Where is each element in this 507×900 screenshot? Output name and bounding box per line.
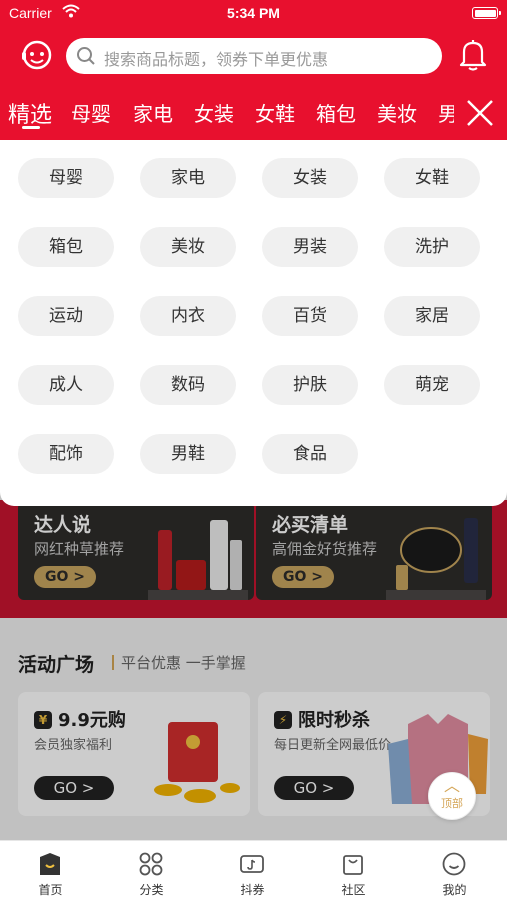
category-chip[interactable]: 食品	[262, 434, 358, 474]
tab-womens-shoes[interactable]: 女鞋	[255, 98, 295, 127]
tab-profile[interactable]: 我的	[404, 841, 505, 900]
category-chip[interactable]: 萌宠	[384, 365, 480, 405]
tab-label: 分类	[139, 883, 164, 897]
grid-icon	[139, 852, 163, 876]
category-chip[interactable]: 家电	[140, 158, 236, 198]
category-chip[interactable]: 洗护	[384, 227, 480, 267]
bag-icon	[343, 855, 363, 875]
tab-featured[interactable]: 精选	[8, 97, 52, 129]
tab-category[interactable]: 分类	[101, 841, 202, 900]
battery-icon	[472, 7, 501, 19]
tab-community[interactable]: 社区	[303, 841, 404, 900]
tab-bags[interactable]: 箱包	[316, 98, 356, 127]
category-chip[interactable]: 内衣	[140, 296, 236, 336]
smile-icon	[442, 852, 466, 876]
search-bar[interactable]: 搜索商品标题，领券下单更优惠	[66, 38, 442, 74]
customer-service-icon[interactable]	[20, 38, 54, 72]
tab-label: 我的	[442, 883, 467, 897]
tab-douquan[interactable]: 抖券	[202, 841, 303, 900]
category-chip[interactable]: 运动	[18, 296, 114, 336]
tab-label: 抖券	[240, 883, 265, 897]
category-chip[interactable]: 女鞋	[384, 158, 480, 198]
back-to-top-button[interactable]: ︿ 顶部	[428, 772, 476, 820]
category-chip[interactable]: 数码	[140, 365, 236, 405]
category-chip[interactable]: 美妆	[140, 227, 236, 267]
bell-icon[interactable]	[458, 38, 488, 72]
category-chip[interactable]: 男鞋	[140, 434, 236, 474]
search-placeholder: 搜索商品标题，领券下单更优惠	[104, 50, 329, 69]
tab-beauty[interactable]: 美妆	[377, 98, 417, 127]
clock: 5:34 PM	[227, 5, 280, 21]
tab-maternal[interactable]: 母婴	[71, 98, 111, 127]
chevron-up-icon: ︿	[443, 776, 460, 795]
category-dropdown: 母婴 家电 女装 女鞋 箱包 美妆 男装 洗护 运动 内衣 百货 家居 成人 数…	[0, 140, 507, 506]
tab-appliances[interactable]: 家电	[133, 98, 173, 127]
home-icon	[40, 853, 60, 875]
category-chip[interactable]: 家居	[384, 296, 480, 336]
category-chip[interactable]: 母婴	[18, 158, 114, 198]
active-tab-indicator	[22, 126, 40, 129]
category-chip[interactable]: 女装	[262, 158, 358, 198]
status-bar: Carrier 5:34 PM	[0, 0, 507, 28]
bottom-tab-bar: 首页 分类 抖券 社区 我的	[0, 840, 507, 900]
close-dropdown-button[interactable]	[454, 86, 507, 140]
category-tabs: 精选 母婴 家电 女装 女鞋 箱包 美妆 男	[0, 86, 507, 140]
category-chip[interactable]: 配饰	[18, 434, 114, 474]
category-chip[interactable]: 成人	[18, 365, 114, 405]
search-icon	[77, 47, 95, 65]
tab-label: 首页	[38, 883, 63, 897]
tab-womens-clothing[interactable]: 女装	[194, 98, 234, 127]
category-chip[interactable]: 男装	[262, 227, 358, 267]
tab-label: 社区	[341, 883, 366, 897]
category-chip[interactable]: 箱包	[18, 227, 114, 267]
header: 搜索商品标题，领券下单更优惠	[0, 28, 507, 86]
close-icon	[467, 100, 493, 126]
category-chip[interactable]: 百货	[262, 296, 358, 336]
tab-home[interactable]: 首页	[0, 841, 101, 900]
coupon-ticket-icon	[240, 855, 264, 873]
back-to-top-label: 顶部	[441, 797, 463, 810]
category-chip[interactable]: 护肤	[262, 365, 358, 405]
